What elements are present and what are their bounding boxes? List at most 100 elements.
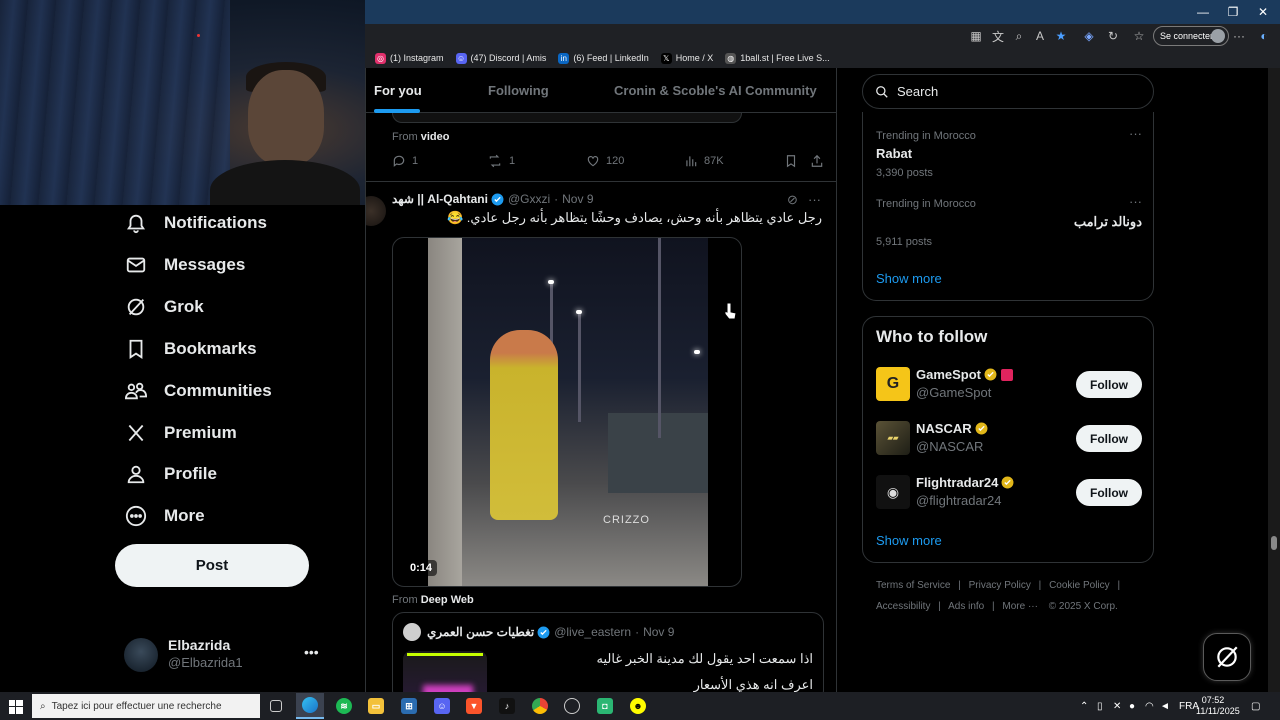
quoted-tweet[interactable]: تغطيات حسن العمري @live_eastern · Nov 9 …: [392, 612, 824, 692]
tray-battery-icon[interactable]: ▯: [1097, 692, 1103, 720]
refresh-extension-icon[interactable]: ↻: [1105, 28, 1121, 44]
apps-icon[interactable]: ▦: [968, 28, 984, 44]
avatar[interactable]: [366, 196, 386, 226]
suggestion-flightradar24[interactable]: ◉ Flightradar24 @flightradar24 Follow: [876, 475, 1142, 511]
footer-link-cookies[interactable]: Cookie Policy: [1049, 580, 1110, 591]
lamp-light: [576, 310, 582, 314]
browser-menu-icon[interactable]: ···: [1231, 28, 1247, 44]
tray-microphone-icon[interactable]: ●: [1129, 692, 1135, 720]
spotify-icon[interactable]: ≋: [336, 698, 352, 714]
tab-community[interactable]: Cronin & Scoble's AI Community: [614, 83, 817, 98]
footer-link-privacy[interactable]: Privacy Policy: [969, 580, 1031, 591]
follow-button[interactable]: Follow: [1076, 425, 1142, 452]
brave-icon[interactable]: ▼: [466, 698, 482, 714]
trend-more-icon[interactable]: ···: [1129, 194, 1142, 209]
tray-volume-icon[interactable]: ◄: [1160, 692, 1170, 720]
extension-icon[interactable]: ◈: [1081, 28, 1097, 44]
nav-messages[interactable]: Messages: [124, 250, 245, 280]
footer-link-accessibility[interactable]: Accessibility: [876, 601, 930, 612]
android-app-icon[interactable]: ◘: [597, 698, 613, 714]
nav-more[interactable]: More: [124, 501, 205, 531]
post-button[interactable]: Post: [115, 544, 309, 587]
restore-button[interactable]: ❐: [1218, 0, 1248, 24]
bookmark-instagram[interactable]: ◎ (1) Instagram: [375, 52, 444, 64]
tab-following[interactable]: Following: [488, 83, 549, 98]
nav-profile[interactable]: Profile: [124, 459, 217, 489]
bookmark-x-home[interactable]: 𝕏 Home / X: [660, 52, 713, 64]
edge-taskbar-icon[interactable]: [296, 693, 324, 719]
trend-more-icon[interactable]: ···: [1129, 126, 1142, 141]
page-scrollbar[interactable]: [1268, 68, 1280, 692]
tiktok-icon[interactable]: ♪: [499, 698, 515, 714]
follow-button[interactable]: Follow: [1076, 479, 1142, 506]
street-lamp: [578, 312, 581, 422]
views-button[interactable]: 87K: [684, 154, 724, 168]
trend-count: 3,390 posts: [876, 167, 933, 179]
share-button[interactable]: [810, 154, 830, 168]
avatar: [403, 623, 421, 641]
tweet-more-icon[interactable]: ···: [808, 192, 821, 207]
trend-item[interactable]: Trending in Morocco Rabat 3,390 posts ··…: [876, 126, 1142, 179]
snapchat-icon[interactable]: ☻: [630, 698, 646, 714]
chrome-icon[interactable]: [532, 698, 548, 714]
trends-show-more-link[interactable]: Show more: [876, 271, 942, 286]
gamespot-logo-icon: G: [876, 367, 910, 401]
favorites-icon[interactable]: ☆: [1131, 28, 1147, 44]
search-box[interactable]: [862, 74, 1154, 109]
nav-premium[interactable]: Premium: [124, 418, 237, 448]
nav-communities[interactable]: Communities: [124, 376, 272, 406]
store-icon[interactable]: ⊞: [401, 698, 417, 714]
grok-explain-icon[interactable]: ⊘: [787, 192, 798, 208]
repost-button[interactable]: 1: [487, 154, 515, 168]
tweet-date[interactable]: Nov 9: [562, 192, 593, 206]
notification-center-icon[interactable]: ▢: [1251, 692, 1260, 720]
account-more-icon[interactable]: •••: [304, 644, 319, 660]
tray-clock[interactable]: 07:52 11/11/2025: [1196, 695, 1240, 717]
nav-grok[interactable]: Grok: [124, 292, 204, 322]
network-app-icon[interactable]: [564, 698, 580, 714]
discord-icon[interactable]: ☺: [434, 698, 450, 714]
tray-wifi-icon[interactable]: ◠: [1145, 692, 1154, 720]
bookmark-discord[interactable]: ☺ (47) Discord | Amis: [455, 52, 546, 64]
footer-link-ads[interactable]: Ads info: [948, 601, 984, 612]
search-input[interactable]: [897, 84, 1137, 99]
nav-bookmarks[interactable]: Bookmarks: [124, 334, 257, 364]
taskbar-search[interactable]: ⌕ Tapez ici pour effectuer une recherche: [32, 694, 260, 718]
zoom-icon[interactable]: ⌕: [1011, 28, 1027, 44]
bookmark-linkedin[interactable]: in (6) Feed | LinkedIn: [558, 52, 649, 64]
suggestion-gamespot[interactable]: G GameSpot @GameSpot Follow: [876, 367, 1142, 403]
like-button[interactable]: 120: [586, 154, 624, 168]
account-switcher[interactable]: Elbazrida @Elbazrida1 •••: [124, 636, 324, 672]
reply-button[interactable]: 1: [392, 154, 418, 168]
read-aloud-icon[interactable]: A: [1032, 28, 1048, 44]
author-name[interactable]: شهد || Al-Qahtani: [392, 192, 488, 206]
grok-floating-button[interactable]: [1203, 633, 1251, 681]
minimize-button[interactable]: —: [1188, 0, 1218, 24]
footer-link-terms[interactable]: Terms of Service: [876, 580, 950, 591]
bookmark-1ball[interactable]: ◍ 1ball.st | Free Live S...: [725, 52, 830, 64]
tray-overflow-icon[interactable]: ⌃: [1080, 692, 1088, 720]
bookmark-button[interactable]: [784, 154, 804, 168]
windows-start-icon[interactable]: [8, 699, 24, 715]
tab-for-you[interactable]: For you: [374, 83, 422, 98]
file-explorer-icon[interactable]: ▭: [368, 698, 384, 714]
signin-button[interactable]: Se connecter: [1153, 26, 1229, 46]
source-link[interactable]: video: [421, 131, 450, 143]
translate-icon[interactable]: 文: [990, 28, 1006, 44]
previous-tweet-media[interactable]: [392, 113, 742, 123]
scrollbar-thumb[interactable]: [1271, 536, 1277, 550]
nav-label: Communities: [164, 381, 272, 400]
tray-network-off-icon[interactable]: ✕: [1113, 692, 1121, 720]
copilot-icon[interactable]: ◐: [1256, 28, 1272, 44]
suggestion-nascar[interactable]: ▰▰ NASCAR @NASCAR Follow: [876, 421, 1142, 457]
trend-item[interactable]: Trending in Morocco دونالد ترامب 5,911 p…: [876, 194, 1142, 248]
close-window-button[interactable]: ✕: [1248, 0, 1278, 24]
nav-notifications[interactable]: Notifications: [124, 208, 267, 238]
footer-link-more[interactable]: More ···: [1002, 601, 1038, 612]
tweet-video[interactable]: CRIZZO 0:14: [392, 237, 742, 587]
source-link[interactable]: Deep Web: [421, 594, 474, 606]
favorite-star-icon[interactable]: ★: [1053, 28, 1069, 44]
follow-show-more-link[interactable]: Show more: [876, 533, 942, 548]
task-view-icon[interactable]: [270, 700, 282, 712]
follow-button[interactable]: Follow: [1076, 371, 1142, 398]
